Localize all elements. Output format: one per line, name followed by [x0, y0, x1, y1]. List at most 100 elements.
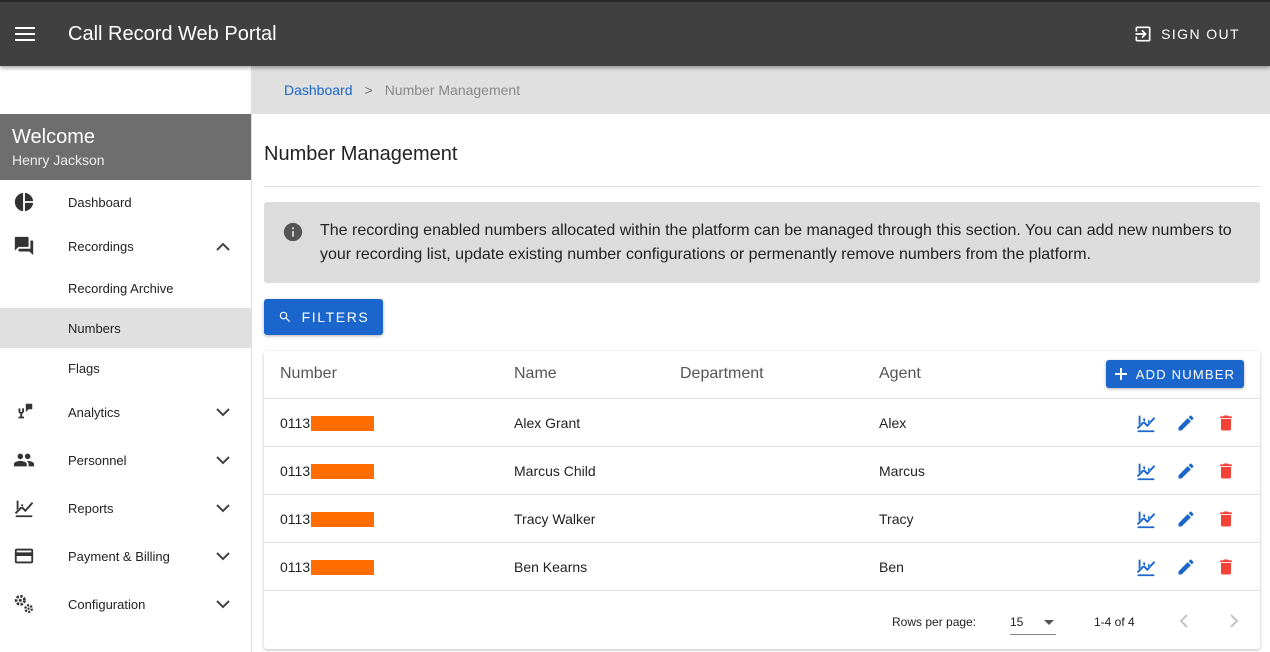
- sidebar-item-reports[interactable]: Reports: [0, 484, 251, 532]
- sidebar-item-label: Payment & Billing: [68, 548, 170, 564]
- divider: [264, 186, 1260, 187]
- menu-icon[interactable]: [0, 9, 50, 59]
- sidebar-item-dashboard[interactable]: Dashboard: [0, 180, 251, 224]
- analytics-icon[interactable]: [1134, 507, 1158, 531]
- sidebar-item-personnel[interactable]: Personnel: [0, 436, 251, 484]
- breadcrumb-separator: >: [364, 82, 373, 98]
- sidebar-subitem-numbers[interactable]: Numbers: [0, 308, 251, 348]
- sign-out-label: SIGN OUT: [1161, 26, 1240, 42]
- people-icon: [12, 448, 36, 472]
- sidebar-item-label: Configuration: [68, 596, 146, 612]
- delete-icon[interactable]: [1214, 507, 1238, 531]
- analytics-icon[interactable]: [1134, 459, 1158, 483]
- rows-per-page-label: Rows per page:: [892, 615, 977, 629]
- name-cell: Ben Kearns: [514, 559, 588, 575]
- redacted-block: [311, 559, 375, 575]
- sidebar-item-label: Dashboard: [68, 194, 132, 210]
- sidebar-item-label: Analytics: [68, 404, 121, 420]
- sidebar: Welcome Henry Jackson Dashboard Recordin…: [0, 66, 252, 652]
- agent-cell: Alex: [879, 415, 907, 431]
- column-header-agent[interactable]: Agent: [879, 365, 921, 383]
- number-cell: 0113: [280, 511, 375, 527]
- name-cell: Marcus Child: [514, 463, 596, 479]
- rows-per-page-value: 15: [1010, 615, 1024, 629]
- sidebar-subitem-recording-archive[interactable]: Recording Archive: [0, 268, 251, 308]
- add-number-label: ADD NUMBER: [1135, 366, 1236, 382]
- sign-out-button[interactable]: SIGN OUT: [1121, 14, 1252, 54]
- sidebar-item-analytics[interactable]: Analytics: [0, 388, 251, 436]
- column-header-department[interactable]: Department: [680, 365, 764, 383]
- sidebar-item-payment-billing[interactable]: Payment & Billing: [0, 532, 251, 580]
- analytics-icon[interactable]: [1134, 411, 1158, 435]
- redacted-block: [311, 463, 375, 479]
- pagination-range: 1-4 of 4: [1094, 615, 1135, 629]
- number-cell: 0113: [280, 559, 375, 575]
- trend-chart-icon: [12, 496, 36, 520]
- rows-per-page-select[interactable]: 15: [1010, 609, 1056, 635]
- gears-icon: [12, 592, 36, 616]
- sidebar-item-recordings[interactable]: Recordings: [0, 224, 251, 268]
- chevron-down-icon[interactable]: [213, 450, 233, 470]
- delete-icon[interactable]: [1214, 411, 1238, 435]
- agent-cell: Ben: [879, 559, 904, 575]
- table-row: 0113 Ben Kearns Ben: [264, 543, 1260, 591]
- edit-icon[interactable]: [1174, 507, 1198, 531]
- sidebar-subitem-flags[interactable]: Flags: [0, 348, 251, 388]
- column-header-number[interactable]: Number: [280, 365, 337, 383]
- agent-cell: Marcus: [879, 463, 925, 479]
- chevron-down-icon[interactable]: [213, 402, 233, 422]
- page-title: Number Management: [264, 143, 458, 165]
- number-prefix: 0113: [280, 559, 311, 575]
- plus-icon: [1114, 368, 1127, 380]
- table-row: 0113 Tracy Walker Tracy: [264, 495, 1260, 543]
- info-icon: [282, 221, 304, 243]
- number-prefix: 0113: [280, 511, 311, 527]
- chevron-down-icon[interactable]: [213, 498, 233, 518]
- sidebar-nav: Dashboard Recordings Recording Archive N…: [0, 180, 251, 628]
- record-voice-icon: [12, 400, 36, 424]
- sidebar-item-label: Personnel: [68, 452, 127, 468]
- analytics-icon[interactable]: [1134, 555, 1158, 579]
- chevron-right-icon[interactable]: [1222, 609, 1246, 633]
- redacted-block: [311, 415, 375, 431]
- number-cell: 0113: [280, 415, 375, 431]
- table-header: Number Name Department Agent ADD NUMBER: [264, 351, 1260, 399]
- agent-cell: Tracy: [879, 511, 914, 527]
- delete-icon[interactable]: [1214, 459, 1238, 483]
- edit-icon[interactable]: [1174, 555, 1198, 579]
- edit-icon[interactable]: [1174, 459, 1198, 483]
- forum-icon: [12, 234, 36, 258]
- chevron-down-icon[interactable]: [213, 594, 233, 614]
- app-title: Call Record Web Portal: [68, 22, 277, 45]
- edit-icon[interactable]: [1174, 411, 1198, 435]
- welcome-title: Welcome: [12, 126, 95, 148]
- breadcrumb-current: Number Management: [384, 82, 521, 98]
- add-number-button[interactable]: ADD NUMBER: [1106, 360, 1244, 388]
- number-cell: 0113: [280, 463, 375, 479]
- app-bar: Call Record Web Portal SIGN OUT: [0, 0, 1270, 66]
- exit-icon: [1135, 26, 1151, 42]
- table-row: 0113 Alex Grant Alex: [264, 399, 1260, 447]
- welcome-panel: Welcome Henry Jackson: [0, 114, 251, 180]
- search-icon: [279, 311, 290, 322]
- number-prefix: 0113: [280, 463, 311, 479]
- filters-label: FILTERS: [301, 309, 370, 325]
- chevron-up-icon[interactable]: [213, 236, 233, 256]
- caret-down-icon: [1044, 620, 1054, 625]
- name-cell: Tracy Walker: [514, 511, 596, 527]
- delete-icon[interactable]: [1214, 555, 1238, 579]
- sidebar-item-configuration[interactable]: Configuration: [0, 580, 251, 628]
- info-text: The recording enabled numbers allocated …: [320, 222, 1232, 263]
- breadcrumb-link-dashboard[interactable]: Dashboard: [284, 82, 353, 98]
- name-cell: Alex Grant: [514, 415, 581, 431]
- table-pagination: Rows per page: 15 1-4 of 4: [264, 591, 1260, 649]
- chevron-left-icon[interactable]: [1172, 609, 1196, 633]
- filters-button[interactable]: FILTERS: [264, 299, 383, 335]
- column-header-name[interactable]: Name: [514, 365, 557, 383]
- redacted-block: [311, 511, 375, 527]
- user-name: Henry Jackson: [12, 152, 105, 168]
- sidebar-item-label: Reports: [68, 500, 114, 516]
- pie-chart-icon: [12, 190, 36, 214]
- breadcrumb: Dashboard > Number Management: [252, 66, 1270, 114]
- chevron-down-icon[interactable]: [213, 546, 233, 566]
